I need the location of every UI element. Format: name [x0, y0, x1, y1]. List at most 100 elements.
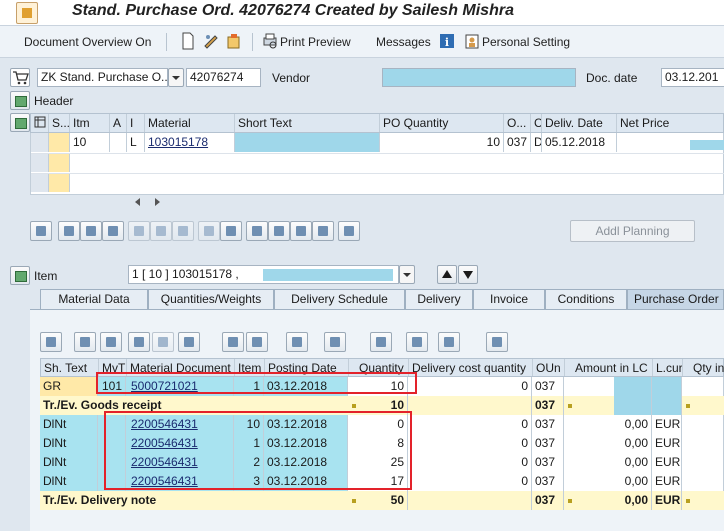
tab-quantities-weights[interactable]: Quantities/Weights: [148, 289, 274, 309]
find-icon[interactable]: [128, 332, 150, 352]
col-oun[interactable]: OUn: [533, 359, 565, 376]
sap-menu-icon[interactable]: [16, 2, 38, 24]
unlock-icon[interactable]: [172, 221, 194, 241]
paste-item-icon[interactable]: [80, 221, 102, 241]
grid-settings-icon[interactable]: [31, 114, 49, 132]
col-material[interactable]: Material: [145, 114, 235, 132]
sum-icon[interactable]: [312, 221, 334, 241]
col-c[interactable]: C: [531, 114, 542, 132]
document-overview-button[interactable]: Document Overview On: [24, 35, 151, 49]
po-quantity-value[interactable]: 10: [380, 133, 504, 152]
col-lcur[interactable]: L.cur: [653, 359, 683, 376]
po-number-field[interactable]: 42076274: [186, 68, 261, 87]
chart-icon[interactable]: [370, 332, 392, 352]
row-selector[interactable]: [31, 154, 49, 172]
table-row[interactable]: [31, 153, 724, 172]
export-icon[interactable]: [286, 332, 308, 352]
net-price-value[interactable]: [617, 133, 724, 152]
find-next-icon[interactable]: [152, 332, 174, 352]
col-sh-text[interactable]: Sh. Text: [41, 359, 99, 376]
sort-desc-icon[interactable]: [268, 221, 290, 241]
c-value[interactable]: D: [531, 133, 542, 152]
print-preview-icon[interactable]: [262, 32, 278, 50]
export-icon[interactable]: [338, 221, 360, 241]
variant-icon[interactable]: [438, 332, 460, 352]
highlight-box-delivery-notes: [104, 411, 412, 490]
tab-invoice[interactable]: Invoice: [473, 289, 545, 309]
col-po-quantity[interactable]: PO Quantity: [380, 114, 504, 132]
deliveries-icon[interactable]: [220, 221, 242, 241]
print-preview-button[interactable]: Print Preview: [280, 35, 351, 49]
copy-icon[interactable]: [198, 221, 220, 241]
tab-conditions[interactable]: Conditions: [545, 289, 627, 309]
col-acct-assign[interactable]: A: [110, 114, 127, 132]
addl-planning-button[interactable]: Addl Planning: [570, 220, 695, 242]
chevron-down-icon[interactable]: [168, 68, 184, 87]
short-text-value[interactable]: [235, 133, 380, 152]
info-icon[interactable]: i: [439, 32, 455, 50]
tab-delivery-schedule[interactable]: Delivery Schedule: [274, 289, 405, 309]
col-order-unit[interactable]: O...: [504, 114, 531, 132]
document-type-select[interactable]: ZK Stand. Purchase O...: [37, 68, 168, 87]
cart-icon[interactable]: [10, 68, 30, 87]
tab-material-data[interactable]: Material Data: [40, 289, 148, 309]
table-row[interactable]: [31, 173, 724, 192]
info-icon[interactable]: [406, 332, 428, 352]
tab-purchase-order-history[interactable]: Purchase Order: [627, 289, 724, 309]
filter-icon[interactable]: [178, 332, 200, 352]
item-number[interactable]: 10: [70, 133, 110, 152]
order-unit-value[interactable]: 037: [504, 133, 531, 152]
personal-setting-icon[interactable]: [464, 32, 480, 50]
acct-assign-value[interactable]: [110, 133, 127, 152]
col-deliv-date[interactable]: Deliv. Date: [542, 114, 617, 132]
details-icon[interactable]: [30, 221, 52, 241]
new-document-icon[interactable]: [180, 32, 196, 50]
col-qty-in[interactable]: Qty in: [683, 359, 724, 376]
deliv-date-value[interactable]: 05.12.2018: [542, 133, 617, 152]
col-item-category[interactable]: I: [127, 114, 145, 132]
copy-item-icon[interactable]: [58, 221, 80, 241]
sort-asc-icon[interactable]: [74, 332, 96, 352]
doc-date-field[interactable]: 03.12.201: [661, 68, 724, 87]
other-po-icon[interactable]: [203, 32, 219, 50]
header-section-label: Header: [34, 94, 74, 108]
hold-icon[interactable]: [226, 32, 242, 50]
messages-button[interactable]: Messages: [376, 35, 431, 49]
expand-items-icon[interactable]: [10, 113, 30, 132]
views-icon[interactable]: [246, 332, 268, 352]
config-icon[interactable]: [102, 221, 124, 241]
col-short-text[interactable]: Short Text: [235, 114, 380, 132]
table-row[interactable]: 10 L 103015178 10 037 D 05.12.2018: [31, 133, 724, 152]
scroll-right-icon[interactable]: [152, 197, 162, 207]
total-row[interactable]: Tr./Ev. Delivery note 50 037 0,00 EUR: [40, 491, 724, 510]
tab-delivery[interactable]: Delivery: [405, 289, 473, 309]
material-link[interactable]: 103015178: [145, 133, 235, 152]
row-selector[interactable]: [31, 133, 49, 152]
col-delivery-cost-quantity[interactable]: Delivery cost quantity: [409, 359, 533, 376]
col-item[interactable]: Itm: [70, 114, 110, 132]
col-amount-in-lc[interactable]: Amount in LC: [565, 359, 653, 376]
personal-setting-button[interactable]: Personal Setting: [482, 35, 570, 49]
expand-item-detail-icon[interactable]: [10, 266, 30, 285]
refresh-icon[interactable]: [486, 332, 508, 352]
sort-asc-icon[interactable]: [246, 221, 268, 241]
delete-icon[interactable]: [128, 221, 150, 241]
layout-icon[interactable]: [324, 332, 346, 352]
col-net-price[interactable]: Net Price: [617, 114, 724, 132]
scroll-left-icon[interactable]: [133, 197, 143, 207]
item-selector[interactable]: 1 [ 10 ] 103015178 ,: [128, 265, 399, 284]
lock-icon[interactable]: [150, 221, 172, 241]
lcur-cell: EUR: [652, 415, 682, 434]
col-status[interactable]: S...: [49, 114, 70, 132]
print-icon[interactable]: [222, 332, 244, 352]
next-item-icon[interactable]: [458, 265, 478, 284]
vendor-field[interactable]: [382, 68, 576, 87]
previous-item-icon[interactable]: [437, 265, 457, 284]
row-selector[interactable]: [31, 174, 49, 192]
details-icon[interactable]: [40, 332, 62, 352]
filter-icon[interactable]: [290, 221, 312, 241]
item-category-value[interactable]: L: [127, 133, 145, 152]
chevron-down-icon[interactable]: [399, 265, 415, 284]
sort-desc-icon[interactable]: [100, 332, 122, 352]
expand-header-icon[interactable]: [10, 91, 30, 110]
